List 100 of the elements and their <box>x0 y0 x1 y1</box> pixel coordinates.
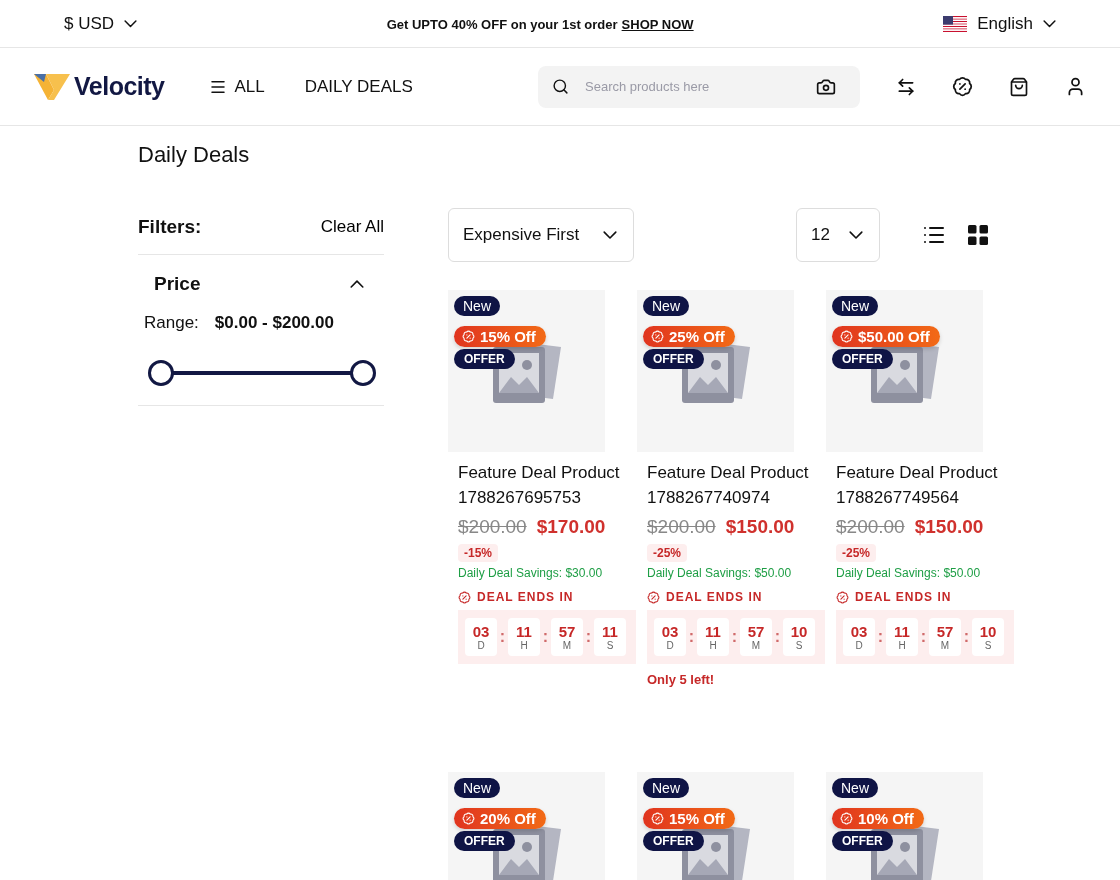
logo-text: Velocity <box>74 72 165 101</box>
offer-badge: OFFER <box>454 349 515 369</box>
deal-icon <box>836 590 849 604</box>
discount-text: 25% Off <box>669 328 725 345</box>
countdown-unit: H <box>898 639 906 651</box>
discount-icon <box>462 812 475 825</box>
countdown-unit: M <box>751 639 761 651</box>
range-label: Range: <box>144 313 199 333</box>
countdown-unit: M <box>562 639 572 651</box>
discount-text: 20% Off <box>480 810 536 827</box>
countdown-value: 11 <box>602 623 618 640</box>
per-page-dropdown[interactable]: 12 <box>796 208 880 262</box>
stock-note: Only 5 left! <box>647 672 716 687</box>
us-flag-icon <box>943 15 968 32</box>
grid-view-icon[interactable] <box>968 225 988 245</box>
search-icon <box>552 78 569 95</box>
sale-price: $170.00 <box>536 516 606 538</box>
clear-all-button[interactable]: Clear All <box>320 217 384 237</box>
new-badge: New <box>643 778 689 798</box>
countdown-unit: M <box>940 639 950 651</box>
shopping-bag-icon[interactable] <box>1009 76 1029 97</box>
slider-thumb[interactable] <box>350 360 376 386</box>
logo-icon <box>34 71 70 102</box>
countdown-value: 03 <box>472 623 490 640</box>
sale-price: $150.00 <box>725 516 795 538</box>
all-menu-button[interactable]: ALL <box>208 76 265 97</box>
offer-badge: OFFER <box>454 831 515 851</box>
savings-text: Daily Deal Savings: $50.00 <box>647 566 793 580</box>
chevron-down-icon <box>124 19 138 28</box>
deal-label: DEAL ENDS IN <box>477 590 574 604</box>
currency-selector[interactable]: $ USD <box>64 13 138 34</box>
discount-text: 10% Off <box>858 810 914 827</box>
product-title[interactable]: Feature Deal Product 1788267740974 <box>647 460 815 510</box>
shop-now-link[interactable]: SHOP NOW <box>621 16 694 32</box>
discount-icon <box>651 330 664 343</box>
new-badge: New <box>832 778 878 798</box>
discount-percent: -25% <box>647 544 687 562</box>
original-price: $200.00 <box>458 516 527 538</box>
deal-icon <box>458 590 471 604</box>
colon-separator: : <box>876 628 885 646</box>
colon-separator: : <box>962 628 971 646</box>
new-badge: New <box>454 778 500 798</box>
countdown-unit: D <box>477 639 485 651</box>
deal-label: DEAL ENDS IN <box>666 590 763 604</box>
discount-icon <box>840 812 853 825</box>
discount-text: 15% Off <box>480 328 536 345</box>
page-title: Daily Deals <box>138 142 251 168</box>
countdown-value: 03 <box>661 623 679 640</box>
discount-percent: -25% <box>836 544 876 562</box>
colon-separator: : <box>541 628 550 646</box>
colon-separator: : <box>687 628 696 646</box>
search-field[interactable]: Search products here <box>538 65 860 108</box>
offer-badge: OFFER <box>832 349 893 369</box>
countdown-unit: S <box>606 639 614 651</box>
countdown-value: 11 <box>894 623 910 640</box>
search-input[interactable]: Search products here <box>583 78 802 95</box>
countdown-value: 03 <box>850 623 868 640</box>
countdown-unit: S <box>984 639 992 651</box>
countdown-value: 57 <box>936 623 954 640</box>
deal-icon <box>647 590 660 604</box>
sort-dropdown[interactable]: Expensive First <box>448 208 634 262</box>
savings-text: Daily Deal Savings: $30.00 <box>458 566 604 580</box>
new-badge: New <box>643 296 689 316</box>
countdown-value: 10 <box>979 623 997 640</box>
discount-text: 15% Off <box>669 810 725 827</box>
countdown-unit: S <box>795 639 803 651</box>
offer-badge: OFFER <box>643 831 704 851</box>
colon-separator: : <box>584 628 593 646</box>
range-value: $0.00 - $200.00 <box>214 313 334 333</box>
colon-separator: : <box>919 628 928 646</box>
countdown-unit: D <box>666 639 674 651</box>
slider-thumb[interactable] <box>148 360 174 386</box>
product-title[interactable]: Feature Deal Product 1788267749564 <box>836 460 1004 510</box>
countdown-value: 57 <box>558 623 576 640</box>
sale-price: $150.00 <box>914 516 984 538</box>
nav-link[interactable]: DAILY DEALS <box>304 76 413 97</box>
countdown-value: 11 <box>705 623 721 640</box>
offer-badge: OFFER <box>832 831 893 851</box>
swap-arrows-icon[interactable] <box>896 76 916 97</box>
original-price: $200.00 <box>836 516 905 538</box>
countdown-value: 10 <box>790 623 808 640</box>
deal-label: DEAL ENDS IN <box>855 590 952 604</box>
promo-text: Get UPTO 40% OFF on your 1st order <box>386 16 618 32</box>
discount-icon <box>462 330 475 343</box>
filters-title: Filters: <box>138 216 202 238</box>
discount-percent: -15% <box>458 544 498 562</box>
countdown-value: 57 <box>747 623 765 640</box>
price-filter-toggle[interactable]: Price <box>138 255 384 313</box>
discount-badge-icon[interactable] <box>952 76 973 97</box>
chevron-down-icon <box>1043 19 1056 28</box>
countdown-unit: D <box>855 639 863 651</box>
product-title[interactable]: Feature Deal Product 1788267695753 <box>458 460 626 510</box>
language-selector[interactable]: English <box>943 13 1056 34</box>
chevron-up-icon <box>350 279 364 289</box>
chevron-down-icon <box>603 230 617 240</box>
discount-icon <box>840 330 853 343</box>
chevron-down-icon <box>849 230 863 240</box>
countdown-unit: H <box>709 639 717 651</box>
colon-separator: : <box>730 628 739 646</box>
discount-text: $50.00 Off <box>858 328 930 345</box>
